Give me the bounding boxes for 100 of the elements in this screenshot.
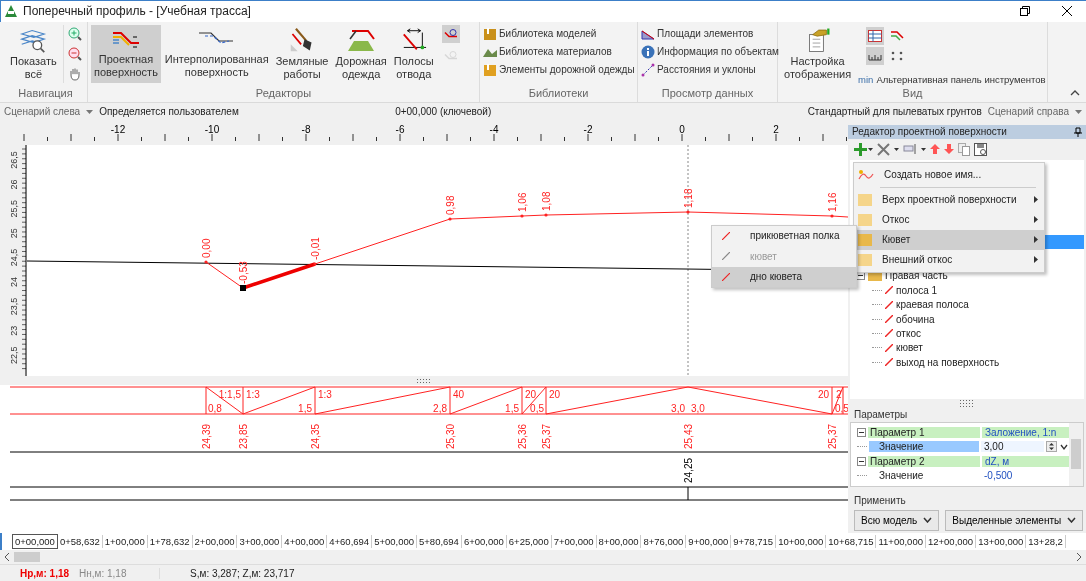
- vertex[interactable]: [686, 209, 690, 214]
- group-label: Просмотр данных: [660, 86, 755, 101]
- ribbon-button[interactable]: Настройка отображения: [781, 24, 855, 83]
- ribbon-button[interactable]: Полосы отвода: [390, 24, 437, 83]
- station-tab[interactable]: 10+68,715: [826, 534, 877, 548]
- scroll-right-icon[interactable]: [1076, 553, 1082, 562]
- menu-item[interactable]: Внешний откос: [854, 249, 1044, 270]
- ribbon-link[interactable]: Площади элементов: [641, 26, 779, 41]
- property-name[interactable]: Значение: [869, 441, 979, 453]
- property-name[interactable]: Значение: [869, 470, 979, 482]
- vertex[interactable]: [448, 216, 452, 221]
- tree-item[interactable]: выход на поверхность: [896, 356, 1000, 368]
- menu-item[interactable]: прикюветная полка: [712, 225, 856, 247]
- station-tab[interactable]: 7+00,000: [551, 534, 597, 548]
- vertex[interactable]: [520, 213, 524, 218]
- station-tab[interactable]: 6+00,000: [461, 534, 507, 548]
- station-tab[interactable]: 13+28,2: [1026, 534, 1066, 548]
- tool-button[interactable]: [441, 24, 460, 43]
- collapse-icon[interactable]: [857, 427, 866, 437]
- station-tab[interactable]: 0+58,632: [57, 534, 103, 548]
- collapse-icon[interactable]: [1070, 89, 1080, 96]
- tree-item[interactable]: обочина: [896, 313, 935, 325]
- property-value[interactable]: 3,00: [981, 441, 1044, 453]
- zoom-out-icon[interactable]: [67, 46, 82, 61]
- station-tab[interactable]: 1+78,632: [147, 534, 193, 548]
- ribbon-link[interactable]: Библиотека материалов: [483, 44, 635, 59]
- station-tab[interactable]: 4+60,694: [327, 534, 373, 548]
- ribbon-link[interactable]: Расстояния и уклоны: [641, 62, 779, 77]
- scroll-left-icon[interactable]: [4, 553, 10, 562]
- station-tab[interactable]: 0+00,000: [12, 533, 58, 549]
- ribbon-button[interactable]: Показать всё: [7, 24, 60, 83]
- tree-item[interactable]: краевая полоса: [896, 299, 969, 311]
- menu-item[interactable]: Верх проектной поверхности: [854, 189, 1044, 210]
- vertex[interactable]: [544, 212, 548, 217]
- station-tab[interactable]: 13+00,000: [976, 534, 1027, 548]
- close-icon[interactable]: [1062, 6, 1072, 17]
- station-tab[interactable]: 5+00,000: [372, 534, 417, 548]
- vertex[interactable]: [204, 259, 208, 264]
- station-tab[interactable]: 8+00,000: [596, 534, 642, 548]
- axis-label: 22,5: [9, 346, 19, 364]
- tool-button[interactable]: [866, 46, 885, 65]
- line-icon: [722, 272, 730, 281]
- line-icon: [885, 300, 893, 309]
- station-tab[interactable]: 6+25,000: [506, 534, 552, 548]
- station-tab[interactable]: 1+00,000: [102, 534, 148, 548]
- tree-item[interactable]: полоса 1: [896, 284, 938, 296]
- ruler-label: -10: [204, 123, 220, 135]
- zoom-in-icon[interactable]: [67, 26, 82, 41]
- save-icon[interactable]: [974, 142, 987, 156]
- add-button[interactable]: [854, 142, 873, 156]
- menu-item[interactable]: Кювет: [854, 229, 1044, 250]
- tree-item[interactable]: кювет: [896, 342, 923, 354]
- dots-icon: [890, 49, 905, 62]
- width-label: 2,8: [433, 402, 447, 414]
- menu-item[interactable]: Создать новое имя...: [854, 164, 1044, 185]
- ribbon-button[interactable]: Земляные работы: [272, 24, 332, 83]
- collapse-icon[interactable]: [857, 456, 866, 466]
- point-label: -0,53: [238, 260, 249, 284]
- hand-icon[interactable]: [67, 66, 82, 81]
- spinner-icon[interactable]: [1046, 441, 1057, 453]
- scrollbar-thumb[interactable]: [14, 552, 40, 563]
- caret-icon[interactable]: [894, 147, 899, 151]
- field-edit-icon[interactable]: [903, 144, 917, 155]
- ribbon-button[interactable]: Дорожная одежда: [332, 24, 390, 83]
- station-tab[interactable]: 9+00,000: [686, 534, 732, 548]
- restore-icon[interactable]: [1020, 6, 1030, 17]
- vertex[interactable]: [830, 213, 834, 218]
- option-label[interactable]: Альтернативная панель инструментов: [876, 73, 1046, 85]
- station-tab[interactable]: 2+00,000: [192, 534, 238, 548]
- menu-item[interactable]: дно кювета: [712, 266, 856, 288]
- tool-button[interactable]: [866, 26, 885, 45]
- slope-label: 20: [817, 388, 829, 400]
- line-icon: [885, 329, 893, 338]
- station-tab[interactable]: 5+80,694: [417, 534, 462, 548]
- station-tab[interactable]: 11+00,000: [876, 534, 926, 548]
- station-tab[interactable]: 10+00,000: [776, 534, 827, 548]
- station-tab[interactable]: 9+78,715: [731, 534, 777, 548]
- property-value[interactable]: -0,500: [981, 470, 1069, 482]
- delete-icon[interactable]: [877, 142, 890, 156]
- vertex[interactable]: [313, 261, 317, 266]
- ribbon-button[interactable]: Интерполированная поверхность: [161, 24, 272, 83]
- tree-item[interactable]: откос: [896, 327, 921, 339]
- station-tab[interactable]: 12+00,000: [925, 534, 977, 548]
- station-tab[interactable]: 4+00,000: [282, 534, 328, 548]
- caret-icon[interactable]: [921, 147, 926, 151]
- apply-button[interactable]: Выделенные элементы: [945, 509, 1084, 531]
- ribbon-link[interactable]: Информация по объектам: [641, 44, 779, 59]
- ribbon-link[interactable]: Элементы дорожной одежды: [483, 62, 635, 77]
- menu-item[interactable]: Откос: [854, 209, 1044, 230]
- arrow-down-icon[interactable]: [944, 144, 954, 155]
- ribbon-button[interactable]: Проектная поверхность: [91, 24, 161, 83]
- scrollbar[interactable]: [1069, 423, 1083, 486]
- pin-icon[interactable]: [1074, 126, 1082, 137]
- slope-label: 40: [453, 388, 465, 400]
- ribbon-link[interactable]: Библиотека моделей: [483, 26, 635, 41]
- apply-button[interactable]: Всю модель: [854, 509, 940, 531]
- station-tab[interactable]: 3+00,000: [237, 534, 283, 548]
- vertex-handle[interactable]: [240, 284, 246, 291]
- elevation-label: 24,39: [201, 423, 212, 449]
- station-tab[interactable]: 8+76,000: [641, 534, 687, 548]
